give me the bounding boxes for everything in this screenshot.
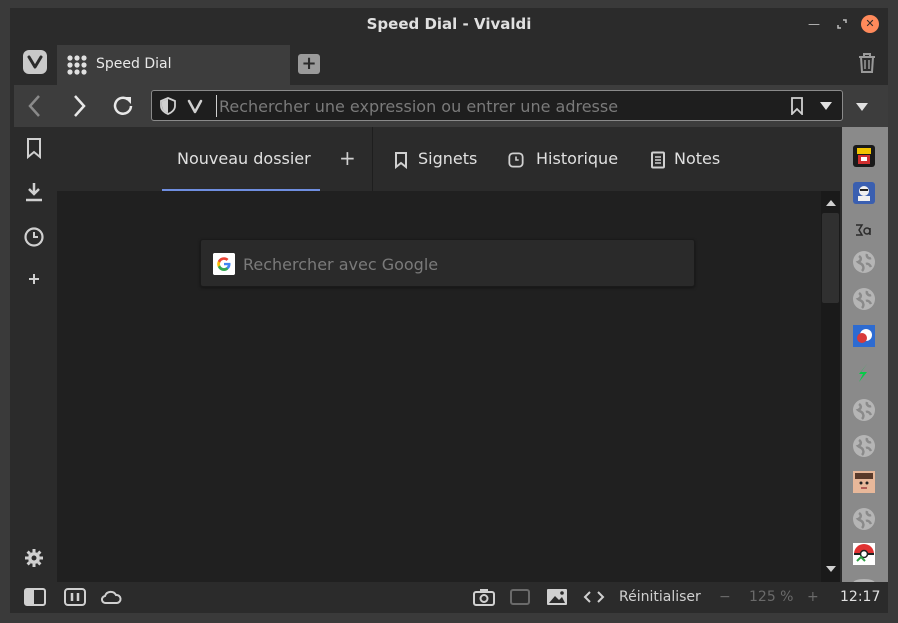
globe-icon[interactable] — [853, 399, 875, 421]
shield-icon[interactable] — [160, 97, 176, 115]
tab-nouveau-dossier[interactable]: Nouveau dossier — [177, 149, 311, 168]
scroll-down-icon[interactable] — [826, 565, 836, 573]
tab-strip: Speed Dial + — [10, 44, 888, 85]
address-toolbar — [14, 85, 888, 127]
trash-icon[interactable] — [857, 52, 877, 74]
history-icon[interactable] — [23, 226, 45, 248]
scroll-up-icon[interactable] — [826, 199, 836, 207]
tab-notes[interactable]: Notes — [674, 149, 720, 168]
favicon[interactable] — [853, 219, 875, 241]
zoom-in-button[interactable]: + — [807, 589, 819, 605]
status-bar: Réinitialiser − 125 % + 12:17 — [10, 582, 888, 613]
address-field[interactable] — [151, 90, 843, 121]
zoom-reset-button[interactable]: Réinitialiser — [619, 589, 701, 605]
window-title: Speed Dial - Vivaldi — [366, 15, 532, 33]
close-icon[interactable]: ✕ — [861, 15, 879, 33]
vivaldi-menu-button[interactable] — [23, 50, 47, 74]
tab-historique[interactable]: Historique — [536, 149, 618, 168]
image-icon[interactable] — [546, 588, 568, 606]
back-icon[interactable] — [22, 93, 48, 119]
active-tab-indicator — [162, 189, 320, 191]
reload-icon[interactable] — [110, 93, 136, 119]
maximize-icon[interactable] — [833, 15, 851, 33]
side-panel-bar — [10, 127, 57, 582]
zoom-out-button[interactable]: − — [719, 589, 731, 605]
page-tiling-icon[interactable] — [509, 588, 531, 606]
google-icon — [213, 253, 235, 275]
code-icon[interactable] — [583, 588, 605, 606]
bookmark-icon — [395, 152, 407, 169]
globe-icon[interactable] — [853, 251, 875, 273]
bookmark-icon[interactable] — [790, 97, 804, 115]
favicon[interactable] — [853, 182, 875, 204]
browser-window: Speed Dial - Vivaldi — ✕ Speed Dial + Re… — [10, 8, 888, 613]
panel-toggle-icon[interactable] — [24, 588, 46, 606]
chevron-down-icon[interactable] — [820, 101, 832, 111]
globe-icon[interactable] — [853, 435, 875, 457]
minimize-icon[interactable]: — — [805, 15, 823, 33]
globe-icon[interactable] — [853, 288, 875, 310]
title-bar: Speed Dial - Vivaldi — ✕ — [10, 8, 888, 40]
history-icon — [508, 152, 524, 168]
notes-icon — [651, 151, 665, 169]
add-folder-button[interactable]: + — [339, 146, 356, 170]
address-input[interactable] — [216, 95, 776, 117]
clock[interactable]: 12:17 — [840, 589, 880, 605]
google-search-input[interactable] — [243, 253, 663, 275]
vivaldi-icon — [187, 99, 203, 114]
speed-dial-page: Nouveau dossier + Signets Historique Not… — [57, 127, 840, 582]
favicon[interactable] — [853, 471, 875, 493]
settings-icon[interactable] — [23, 547, 45, 569]
favicon[interactable] — [853, 145, 875, 167]
google-search-box[interactable] — [200, 239, 695, 287]
nav-divider — [372, 127, 373, 191]
favicon[interactable] — [853, 543, 875, 565]
tab-speed-dial[interactable]: Speed Dial — [57, 45, 290, 85]
tab-signets[interactable]: Signets — [418, 149, 477, 168]
bookmarks-icon[interactable] — [23, 137, 45, 159]
grid-icon — [67, 55, 87, 75]
favicon[interactable] — [853, 362, 875, 384]
tab-label: Speed Dial — [96, 56, 172, 72]
camera-icon[interactable] — [473, 588, 495, 606]
favicon[interactable] — [853, 325, 875, 347]
forward-icon[interactable] — [66, 93, 92, 119]
downloads-icon[interactable] — [23, 181, 45, 203]
web-panels-strip — [842, 127, 888, 587]
sync-cloud-icon[interactable] — [100, 588, 122, 606]
tab-tiling-icon[interactable] — [64, 588, 86, 606]
new-tab-button[interactable]: + — [298, 54, 320, 74]
vertical-scrollbar[interactable] — [821, 191, 840, 582]
add-panel-icon[interactable] — [23, 268, 45, 290]
zoom-level: 125 % — [749, 589, 794, 605]
globe-icon[interactable] — [853, 508, 875, 530]
speed-dial-nav: Nouveau dossier + Signets Historique Not… — [57, 127, 840, 191]
scrollbar-thumb[interactable] — [822, 213, 839, 303]
chevron-down-icon[interactable] — [856, 102, 868, 112]
